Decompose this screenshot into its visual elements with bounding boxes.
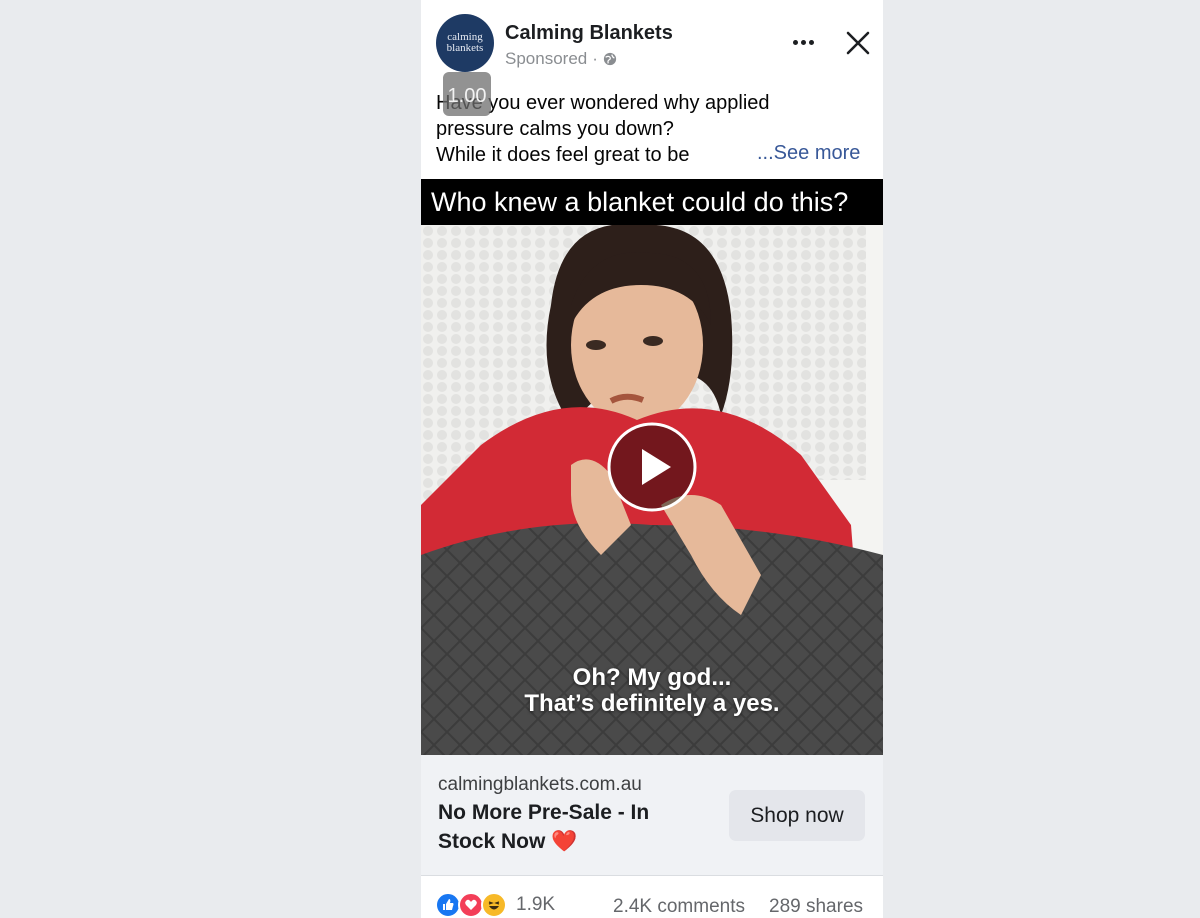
playback-speed-badge[interactable]: 1.00 [443,72,491,116]
see-more-link[interactable]: ...See more [757,142,860,165]
caption-line: pressure calms you down? [436,118,674,140]
headline-text: No More Pre-Sale - In Stock Now [438,801,650,853]
link-headline: No More Pre-Sale - In Stock Now ❤️ [438,798,708,856]
sponsored-label: Sponsored · [505,49,617,69]
subtitle-line: Oh? My god... [572,664,732,691]
subtitle-line: That’s definitely a yes. [524,690,780,717]
caption-line: Have you ever wondered why applied [436,92,770,114]
link-domain: calmingblankets.com.au [438,774,642,795]
meta-separator: · [592,49,598,68]
globe-icon [603,52,617,66]
shares-count-link[interactable]: 289 shares [769,896,863,918]
play-icon[interactable] [607,422,697,512]
haha-reaction-icon [481,892,507,918]
avatar-text-bottom: blankets [446,42,484,54]
video-title: Who knew a blanket could do this? [421,179,883,225]
heart-emoji-icon: ❤️ [551,830,578,853]
video-player[interactable]: Who knew a blanket could do this? Oh? My… [421,179,883,755]
video-subtitle: Oh? My god... That’s definitely a yes. [421,665,883,717]
link-preview[interactable]: calmingblankets.com.au No More Pre-Sale … [421,755,883,875]
reactions-summary[interactable]: 1.9K [435,892,555,918]
page-name-link[interactable]: Calming Blankets [505,22,673,45]
reaction-count: 1.9K [516,894,556,915]
page-avatar[interactable]: calming blankets [436,14,494,72]
more-options-button[interactable] [787,28,819,56]
ad-post-card: calming blankets Calming Blankets Sponso… [421,0,883,918]
comments-count-link[interactable]: 2.4K comments [613,896,745,918]
engagement-stats: 1.9K 2.4K comments 289 shares [421,876,883,918]
more-options-icon [792,39,798,45]
sponsored-text[interactable]: Sponsored [505,49,587,69]
shop-now-button[interactable]: Shop now [729,790,865,841]
close-icon[interactable] [841,26,875,60]
